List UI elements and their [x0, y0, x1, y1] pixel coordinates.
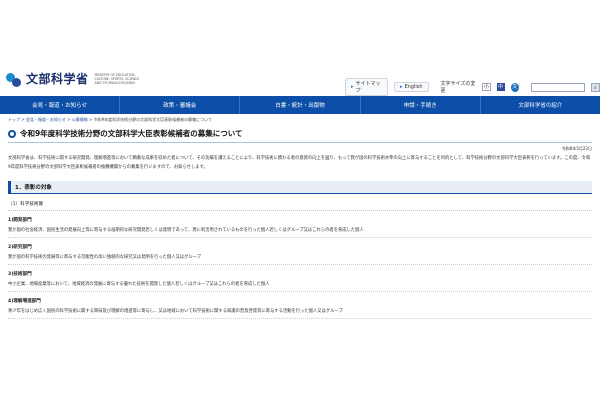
english-button[interactable]: ▸ English	[393, 82, 429, 92]
category-item: 2)研究部門 我が国の科学技術の発展等に寄与する可能性の高い独創的な研究又は発明…	[8, 244, 592, 265]
font-size-label: 文字サイズの変更	[440, 81, 476, 94]
logo-title: 文部科学省	[26, 72, 89, 86]
breadcrumb-link-press[interactable]: 会見・報道・お知らせ	[26, 117, 66, 122]
logo-subtitle: MINISTRY OF EDUCATION, CULTURE, SPORTS, …	[94, 72, 140, 85]
category-item: 1)開発部門 我が国の社会経済、国民生活の発展向上等に寄与する画期的な研究開発若…	[8, 217, 592, 238]
category-description: 中小企業、地場産業等において、地域経済の発展に寄与する優れた技術を開発した個人若…	[8, 281, 592, 292]
category-heading: 2)研究部門	[8, 245, 32, 250]
intro-paragraph: 文部科学省は、科学技術に関する研究開発、理解増進等において顕著な成果を収めた者に…	[8, 156, 591, 170]
section-heading: 1．表彰の対象	[8, 181, 592, 194]
category-item: 4)理解増進部門 青少年をはじめ広く国民の科学技術に関する興味及び理解の増進等に…	[8, 298, 592, 319]
mext-logo-icon	[6, 71, 22, 87]
language-icon[interactable]: 文	[510, 82, 519, 92]
category-item: 3)技術部門 中小企業、地場産業等において、地域経済の発展に寄与する優れた技術を…	[8, 271, 592, 292]
main-content: 令和9年度科学技術分野の文部科学大臣表彰候補者の募集について 令和8年5月22日…	[8, 128, 592, 319]
page-title-bar: 令和9年度科学技術分野の文部科学大臣表彰候補者の募集について	[8, 128, 592, 143]
font-size-medium[interactable]: 中	[496, 83, 505, 91]
search-button[interactable]: ⌕	[590, 82, 600, 92]
nav-item-about[interactable]: 文部科学省の紹介	[481, 96, 600, 114]
breadcrumb-link-public-offering[interactable]: 公募情報	[72, 117, 88, 122]
sitemap-label: サイトマップ	[355, 81, 381, 94]
arrow-right-icon: ▸	[399, 84, 403, 90]
category-description: 我が国の科学技術の発展等に寄与する可能性の高い独創的な研究又は発明を行った個人又…	[8, 254, 592, 265]
category-heading: 1)開発部門	[8, 218, 32, 223]
breadcrumb-current: 令和9年度科学技術分野の文部科学大臣表彰候補者の募集について	[93, 117, 213, 122]
category-description: 我が国の社会経済、国民生活の発展向上等に寄与する画期的な研究開発若しくは発明であ…	[8, 227, 592, 238]
search-input[interactable]	[530, 82, 585, 92]
arrow-right-icon: ▸	[351, 84, 354, 90]
publish-date: 令和8年5月22日	[561, 146, 592, 151]
bullet-circle-icon	[8, 129, 16, 138]
breadcrumb: トップ > 会見・報道・お知らせ > 公募情報 > 令和9年度科学技術分野の文部…	[8, 117, 213, 122]
subsection-heading: （1）科学技術賞	[8, 201, 592, 211]
english-label: English	[404, 84, 423, 90]
site-logo[interactable]: 文部科学省 MINISTRY OF EDUCATION, CULTURE, SP…	[6, 70, 145, 87]
category-heading: 3)技術部門	[8, 272, 32, 277]
sitemap-button[interactable]: ▸ サイトマップ	[345, 78, 388, 96]
nav-item-applications[interactable]: 申請・手続き	[361, 96, 481, 114]
global-nav: 会見・報道・お知らせ 政策・審議会 白書・統計・出版物 申請・手続き 文部科学省…	[0, 96, 600, 114]
nav-item-press[interactable]: 会見・報道・お知らせ	[0, 96, 121, 114]
utility-bar: ▸ サイトマップ ▸ English 文字サイズの変更 小 中 文 ⌕	[345, 78, 600, 96]
breadcrumb-link-top[interactable]: トップ	[8, 117, 20, 122]
category-description: 青少年をはじめ広く国民の科学技術に関する興味及び理解の増進等に寄与し、又は地域に…	[8, 308, 592, 319]
category-heading: 4)理解増進部門	[8, 299, 41, 304]
font-size-small[interactable]: 小	[482, 83, 491, 91]
page-title: 令和9年度科学技術分野の文部科学大臣表彰候補者の募集について	[20, 129, 243, 138]
nav-item-policy[interactable]: 政策・審議会	[120, 96, 241, 114]
nav-item-publications[interactable]: 白書・統計・出版物	[240, 96, 361, 114]
